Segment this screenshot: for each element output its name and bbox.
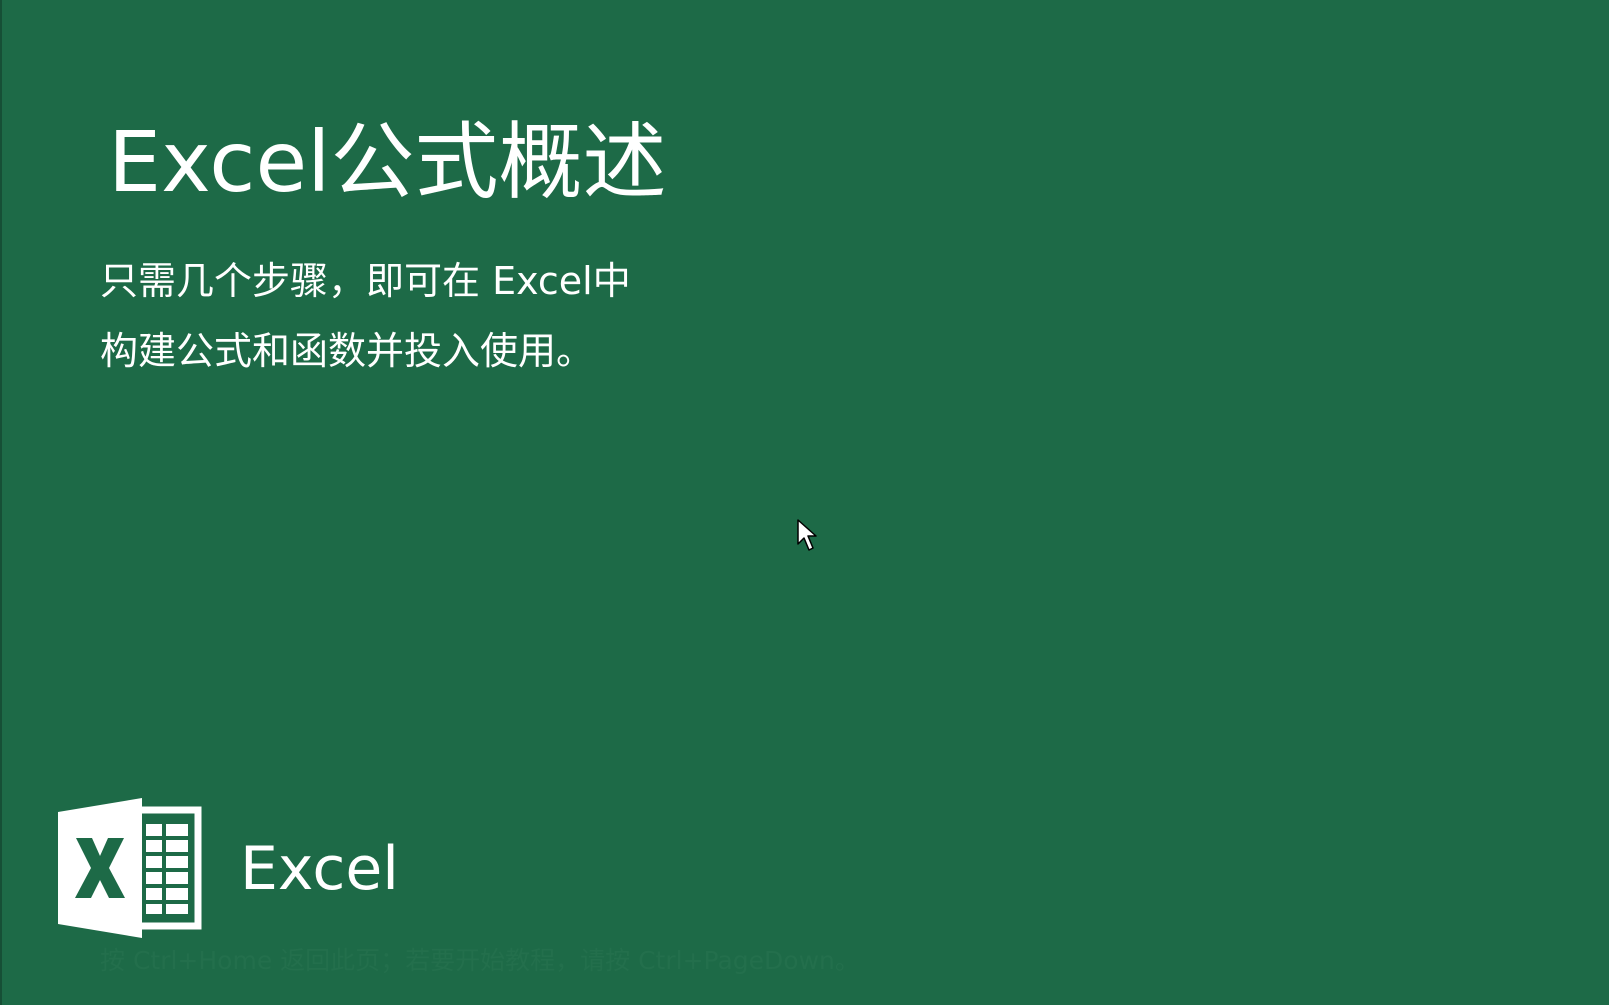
subtitle: 只需几个步骤，即可在 Excel中 构建公式和函数并投入使用。 (100, 246, 631, 386)
brand-name: Excel (240, 834, 399, 904)
mouse-pointer-icon (797, 519, 817, 551)
subtitle-line-1: 只需几个步骤，即可在 Excel中 (100, 259, 631, 303)
navigation-hint: 按 Ctrl+Home 返回此页；若要开始教程，请按 Ctrl+PageDown… (100, 946, 860, 975)
slide: Excel公式概述 只需几个步骤，即可在 Excel中 构建公式和函数并投入使用… (0, 0, 1609, 1005)
excel-logo-icon (58, 798, 202, 938)
page-title: Excel公式概述 (108, 113, 667, 211)
subtitle-line-2: 构建公式和函数并投入使用。 (100, 329, 595, 373)
window-edge (0, 0, 2, 1005)
